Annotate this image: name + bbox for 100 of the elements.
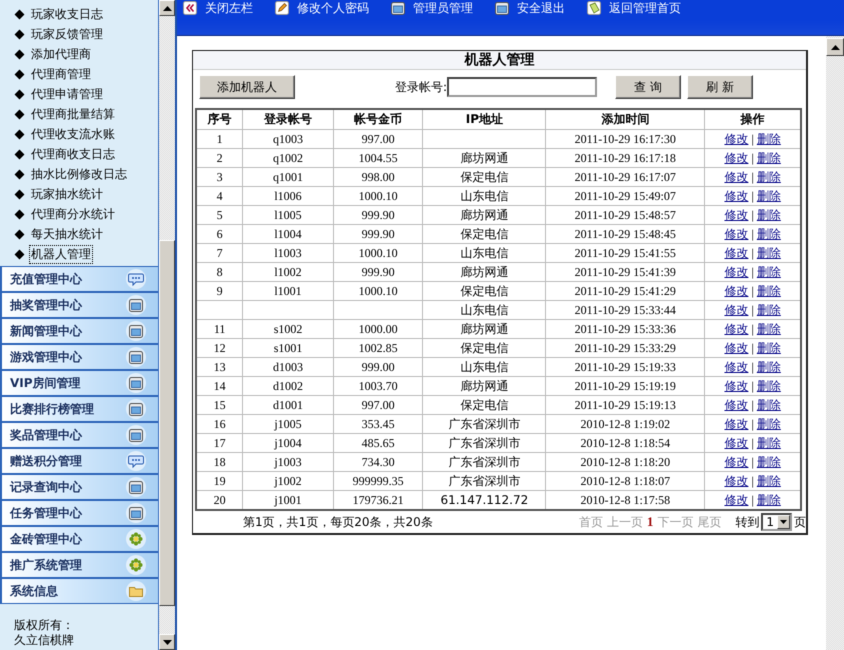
sidebar-link[interactable]: 代理商管理 (29, 64, 93, 84)
scroll-down-button[interactable] (159, 634, 175, 650)
separator-text: | (751, 208, 754, 222)
menu-section-header[interactable]: 推广系统管理 (0, 552, 158, 578)
edit-link[interactable]: 修改 (724, 398, 748, 412)
separator-text: | (751, 436, 754, 450)
sidebar-link[interactable]: 玩家抽水统计 (29, 184, 105, 204)
edit-link[interactable]: 修改 (724, 360, 748, 374)
sidebar-link[interactable]: 代理商收支日志 (29, 144, 117, 164)
table-cell: 999.90 (333, 224, 423, 244)
table-cell: 2011-10-29 16:17:30 (546, 130, 705, 148)
edit-link[interactable]: 修改 (724, 378, 748, 392)
edit-link[interactable]: 修改 (724, 416, 748, 430)
toolbar-link[interactable]: 管理员管理 (391, 0, 473, 16)
delete-link[interactable]: 删除 (756, 416, 781, 430)
delete-link[interactable]: 删除 (756, 246, 781, 260)
sidebar-link[interactable]: 代理商分水统计 (29, 204, 117, 224)
refresh-button[interactable]: 刷 新 (687, 75, 754, 99)
edit-link[interactable]: 修改 (724, 322, 748, 336)
delete-link[interactable]: 删除 (756, 360, 781, 374)
delete-link[interactable]: 删除 (756, 378, 781, 392)
query-button[interactable]: 查 询 (615, 75, 682, 99)
menu-section-header[interactable]: 比赛排行榜管理 (0, 396, 158, 422)
edit-link[interactable]: 修改 (724, 246, 748, 260)
table-cell: 3 (196, 168, 243, 186)
edit-link[interactable]: 修改 (724, 492, 748, 506)
edit-link[interactable]: 修改 (724, 340, 748, 354)
toolbar-link[interactable]: 安全退出 (495, 0, 565, 16)
delete-link[interactable]: 删除 (756, 302, 781, 316)
add-robot-button[interactable]: 添加机器人 (199, 75, 295, 99)
menu-section-header[interactable]: 任务管理中心 (0, 500, 158, 526)
menu-section-header[interactable]: 抽奖管理中心 (0, 292, 158, 318)
delete-link[interactable]: 删除 (756, 170, 781, 184)
table-cell: 485.65 (333, 434, 423, 452)
menu-section-header[interactable]: 充值管理中心 (0, 266, 158, 292)
up-triangle-icon (830, 44, 840, 50)
edit-link[interactable]: 修改 (724, 150, 748, 164)
account-search-field[interactable] (447, 77, 598, 97)
table-cell: 广东省深圳市 (422, 434, 546, 452)
sidebar-link[interactable]: 玩家反馈管理 (29, 24, 105, 44)
delete-link[interactable]: 删除 (756, 150, 781, 164)
sidebar-link[interactable]: 玩家收支日志 (29, 4, 105, 24)
delete-link[interactable]: 删除 (756, 474, 781, 488)
edit-link[interactable]: 修改 (724, 226, 748, 240)
toolbar-link[interactable]: 返回管理首页 (587, 0, 681, 16)
delete-link[interactable]: 删除 (756, 322, 781, 336)
edit-link[interactable]: 修改 (724, 302, 748, 316)
down-triangle-icon (162, 640, 172, 644)
edit-link[interactable]: 修改 (724, 284, 748, 298)
sidebar-link[interactable]: 添加代理商 (29, 44, 93, 64)
edit-link[interactable]: 修改 (724, 474, 748, 488)
delete-link[interactable]: 删除 (756, 284, 781, 298)
sidebar-link[interactable]: 抽水比例修改日志 (29, 164, 129, 184)
delete-link[interactable]: 删除 (756, 340, 781, 354)
menu-section-header[interactable]: 赠送积分管理 (0, 448, 158, 474)
scroll-up-button[interactable] (826, 38, 844, 56)
sidebar-link[interactable]: 代理商批量结算 (29, 104, 117, 124)
table-cell: d1001 (242, 396, 334, 414)
edit-link[interactable]: 修改 (724, 264, 748, 278)
menu-section-header[interactable]: 记录查询中心 (0, 474, 158, 500)
sidebar-link[interactable]: 每天抽水统计 (29, 224, 105, 244)
delete-link[interactable]: 删除 (756, 436, 781, 450)
table-cell: 4 (196, 186, 243, 206)
delete-link[interactable]: 删除 (756, 492, 781, 506)
scroll-up-button[interactable] (159, 0, 175, 16)
scrollbar-thumb[interactable] (159, 240, 175, 606)
toolbar-link[interactable]: 修改个人密码 (275, 0, 369, 16)
page-select[interactable]: 1 (761, 513, 792, 531)
toolbar-link[interactable]: 关闭左栏 (183, 0, 253, 16)
menu-section-header[interactable]: VIP房间管理 (0, 370, 158, 396)
menu-section-header[interactable]: 系统信息 (0, 578, 158, 604)
delete-link[interactable]: 删除 (756, 264, 781, 278)
menu-section-header[interactable]: 新闻管理中心 (0, 318, 158, 344)
edit-link[interactable]: 修改 (724, 436, 748, 450)
sidebar-link[interactable]: 代理收支流水账 (29, 124, 117, 144)
edit-link[interactable]: 修改 (724, 454, 748, 468)
menu-section-header[interactable]: 奖品管理中心 (0, 422, 158, 448)
delete-link[interactable]: 删除 (756, 398, 781, 412)
window-icon (129, 428, 143, 442)
table-cell: 保定电信 (422, 168, 546, 186)
table-cell: 保定电信 (422, 282, 546, 300)
table-cell: j1005 (242, 414, 334, 434)
edit-link[interactable]: 修改 (724, 170, 748, 184)
table-cell: 7 (196, 244, 243, 262)
table-cell: 999.90 (333, 206, 423, 224)
delete-link[interactable]: 删除 (756, 454, 781, 468)
edit-link[interactable]: 修改 (724, 208, 748, 222)
sidebar-link[interactable]: 代理申请管理 (29, 84, 105, 104)
edit-link[interactable]: 修改 (724, 132, 748, 146)
sidebar-link[interactable]: 机器人管理 (29, 244, 93, 264)
menu-section-header[interactable]: 金砖管理中心 (0, 526, 158, 552)
delete-link[interactable]: 删除 (756, 226, 781, 240)
delete-link[interactable]: 删除 (756, 208, 781, 222)
table-cell: q1003 (242, 130, 334, 148)
menu-section-header[interactable]: 游戏管理中心 (0, 344, 158, 370)
edit-link[interactable]: 修改 (724, 188, 748, 202)
delete-link[interactable]: 删除 (756, 188, 781, 202)
separator-text: | (751, 474, 754, 488)
table-cell: 11 (196, 320, 243, 338)
delete-link[interactable]: 删除 (756, 132, 781, 146)
